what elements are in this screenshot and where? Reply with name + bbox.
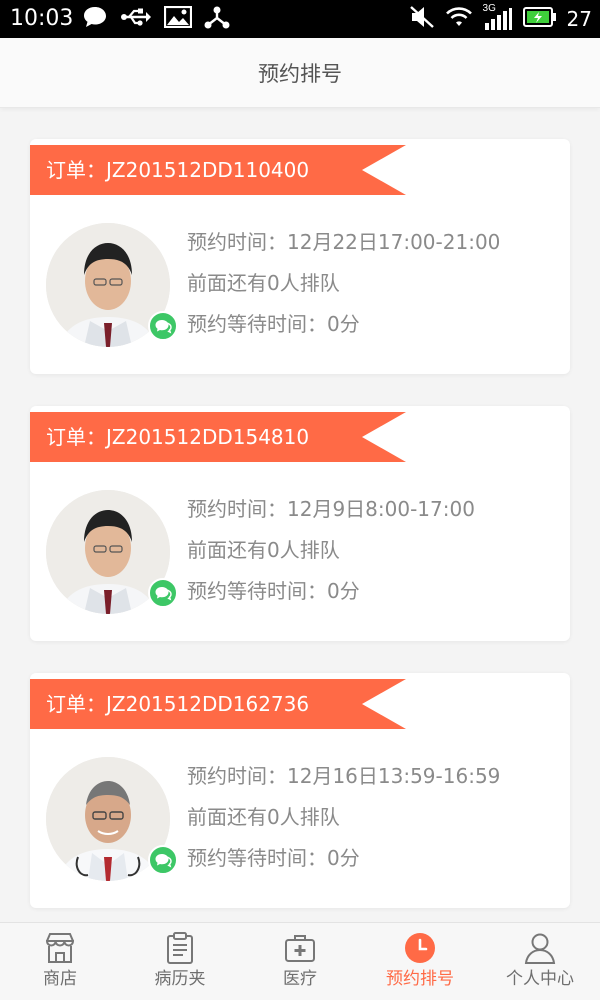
status-system-icons: 3G 27 — [409, 3, 592, 33]
order-card[interactable]: 订单：JZ201512DD154810 预约时间：12月9日8:00-17:00… — [30, 406, 570, 641]
status-time: 10:03 — [10, 6, 74, 31]
battery-icon — [522, 6, 557, 32]
appointment-time: 预约时间：12月22日17:00-21:00 — [187, 230, 501, 254]
clipboard-icon — [163, 931, 197, 965]
order-ribbon: 订单：JZ201512DD110400 — [30, 145, 408, 195]
order-card[interactable]: 订单：JZ201512DD162736 预约时间：12月16日13:59-16:… — [30, 673, 570, 908]
bottom-tab-bar: 商店 病历夹 医疗 预约排号 个人中心 — [0, 922, 600, 1000]
queue-ahead: 前面还有0人排队 — [187, 271, 340, 295]
tab-label: 预约排号 — [386, 969, 454, 989]
clock-icon — [403, 931, 437, 965]
chat-icon[interactable] — [148, 311, 178, 341]
appointment-info: 预约时间：12月22日17:00-21:00 前面还有0人排队 预约等待时间：0… — [187, 222, 500, 345]
chat-icon[interactable] — [148, 578, 178, 608]
store-icon — [43, 931, 77, 965]
usb-icon — [120, 6, 152, 32]
status-bar: 10:03 3G 27 — [0, 0, 600, 38]
battery-level: 27 — [566, 7, 592, 31]
wait-time: 预约等待时间：0分 — [187, 579, 360, 603]
wifi-icon — [445, 6, 473, 32]
tab-store[interactable]: 商店 — [0, 923, 120, 1000]
wait-time: 预约等待时间：0分 — [187, 312, 360, 336]
share-icon — [204, 5, 230, 33]
appointment-info: 预约时间：12月16日13:59-16:59 前面还有0人排队 预约等待时间：0… — [187, 756, 500, 879]
tab-personal-center[interactable]: 个人中心 — [480, 923, 600, 1000]
tab-label: 商店 — [43, 969, 77, 989]
tab-appointment-queue[interactable]: 预约排号 — [360, 923, 480, 1000]
order-ribbon: 订单：JZ201512DD162736 — [30, 679, 408, 729]
tab-label: 病历夹 — [154, 969, 206, 989]
tab-medical[interactable]: 医疗 — [240, 923, 360, 1000]
mute-icon — [409, 5, 435, 33]
appointment-time: 预约时间：12月9日8:00-17:00 — [187, 497, 475, 521]
person-icon — [523, 931, 557, 965]
chat-icon[interactable] — [148, 845, 178, 875]
order-number: 订单：JZ201512DD110400 — [46, 158, 310, 182]
queue-ahead: 前面还有0人排队 — [187, 805, 340, 829]
status-notification-icons — [82, 5, 230, 33]
order-number: 订单：JZ201512DD154810 — [46, 425, 310, 449]
order-number: 订单：JZ201512DD162736 — [46, 692, 310, 716]
header-bar: 预约排号 — [0, 38, 600, 108]
signal-3g-icon: 3G — [483, 3, 513, 31]
medical-kit-icon — [283, 931, 317, 965]
appointment-time: 预约时间：12月16日13:59-16:59 — [187, 764, 501, 788]
order-card[interactable]: 订单：JZ201512DD110400 预约时间：12月22日17:00-21:… — [30, 139, 570, 374]
order-ribbon: 订单：JZ201512DD154810 — [30, 412, 408, 462]
tab-medical-records[interactable]: 病历夹 — [120, 923, 240, 1000]
appointment-info: 预约时间：12月9日8:00-17:00 前面还有0人排队 预约等待时间：0分 — [187, 489, 475, 612]
tab-label: 医疗 — [283, 969, 317, 989]
image-icon — [163, 5, 193, 32]
queue-ahead: 前面还有0人排队 — [187, 538, 340, 562]
tab-label: 个人中心 — [506, 969, 574, 989]
wait-time: 预约等待时间：0分 — [187, 846, 360, 870]
message-bubble-icon — [82, 5, 108, 33]
page-title: 预约排号 — [258, 62, 342, 86]
